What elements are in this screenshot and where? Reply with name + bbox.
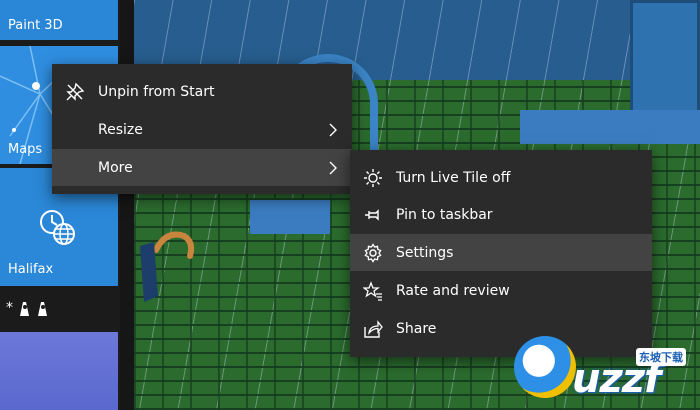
tile-context-menu: Unpin from Start Resize More [52,64,352,194]
tile-paint-3d[interactable]: Paint 3D [0,0,118,40]
more-submenu: Turn Live Tile off Pin to taskbar Settin… [350,150,652,357]
menu-item-label: Share [396,320,437,337]
star-glyph: * [6,300,13,316]
menu-item-resize[interactable]: Resize [52,111,352,148]
menu-item-label: Turn Live Tile off [396,169,511,186]
person-icon [20,302,29,316]
tiles-gap [120,0,134,410]
live-tile-icon [362,167,384,189]
tile-photos[interactable] [0,332,118,410]
menu-item-label: Rate and review [396,282,510,299]
watermark-tagline: 东坡下载 [636,348,686,366]
watermark-logo-icon [514,336,576,398]
menu-item-label: More [98,159,133,176]
wallpaper-ledge-lower [250,200,330,234]
tile-label: Paint 3D [8,18,63,33]
menu-item-rate-and-review[interactable]: Rate and review [350,272,652,309]
chevron-right-icon [329,161,337,174]
menu-item-pin-to-taskbar[interactable]: Pin to taskbar [350,196,652,233]
tile-label: Maps [8,142,43,157]
umbrella-illustration [140,231,195,302]
menu-item-label: Unpin from Start [98,83,215,100]
chevron-right-icon [329,123,337,136]
share-icon [362,318,384,340]
person-icon [38,302,47,316]
clock-globe-icon [40,210,75,245]
wallpaper-ledge [520,110,700,144]
gear-icon [362,242,384,264]
site-watermark: uzzf 东坡下载 [514,330,700,410]
menu-item-turn-live-tile-off[interactable]: Turn Live Tile off [350,159,652,196]
menu-item-settings[interactable]: Settings [350,234,652,271]
pin-icon [362,204,384,226]
unpin-icon [64,81,86,103]
rate-review-icon [362,280,384,302]
menu-item-label: Settings [396,244,454,261]
menu-item-more[interactable]: More [52,149,352,186]
menu-item-unpin-from-start[interactable]: Unpin from Start [52,73,352,110]
menu-item-label: Pin to taskbar [396,206,493,223]
people-tile-row[interactable]: * [6,300,49,316]
menu-item-label: Resize [98,121,143,138]
tile-label: Halifax [8,262,54,277]
